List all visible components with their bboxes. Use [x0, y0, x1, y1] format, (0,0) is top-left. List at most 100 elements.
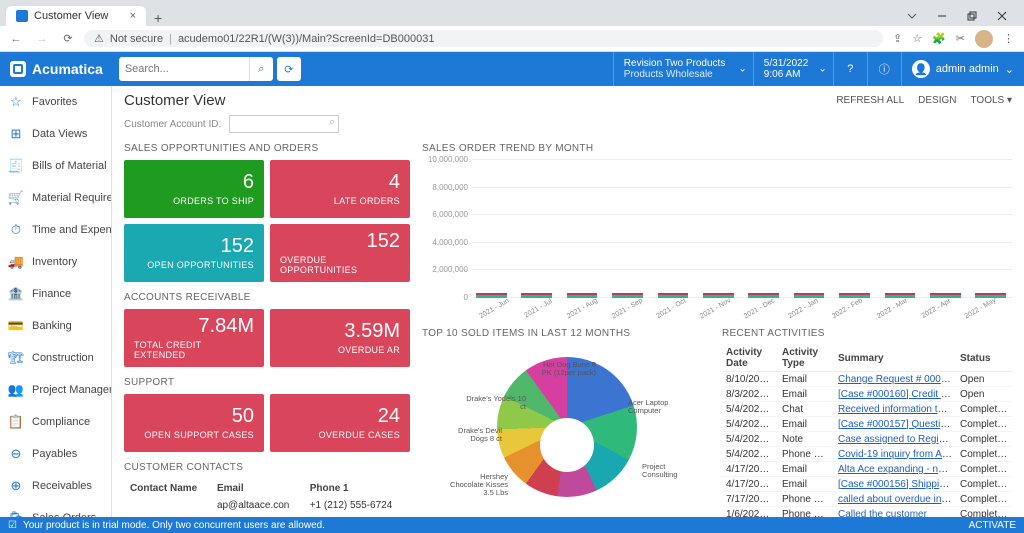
search-icon[interactable]: ⌕: [249, 57, 273, 81]
sidebar-item[interactable]: ⏱Time and Expenses: [0, 214, 111, 246]
url-text: acudemo01/22R1/(W(3))/Main?ScreenId=DB00…: [178, 33, 435, 45]
window-minimize-icon[interactable]: [928, 6, 956, 26]
tile-late-orders[interactable]: 4LATE ORDERS: [270, 160, 410, 218]
bookmark-icon[interactable]: ☆: [912, 32, 922, 45]
sidebar-item[interactable]: 📋Compliance: [0, 406, 111, 438]
top-items-pie: Hot Dog Buns 8 PK (12per pack)Drake's Yo…: [422, 357, 712, 517]
url-security-label: Not secure: [110, 33, 163, 45]
tile-orders-to-ship[interactable]: 6ORDERS TO SHIP: [124, 160, 264, 218]
chevron-down-icon: ⌄: [1005, 63, 1014, 76]
nav-reload-icon[interactable]: ⟳: [58, 32, 78, 45]
section-title-recent: RECENT ACTIVITIES: [722, 328, 1012, 339]
sidebar-label: Data Views: [32, 128, 87, 140]
sidebar-icon: 🛒: [8, 190, 24, 206]
activity-row[interactable]: 8/10/2020…EmailChange Request # 000001 f…: [722, 372, 1012, 387]
activity-link[interactable]: [Case #000156] Shipping Charges on in…: [838, 479, 956, 490]
window-restore-icon[interactable]: [958, 6, 986, 26]
header-action[interactable]: DESIGN: [918, 95, 956, 106]
sidebar-item[interactable]: 💳Banking: [0, 310, 111, 342]
activity-row[interactable]: 5/4/2020 …Email[Case #000157] Question c…: [722, 417, 1012, 432]
global-search-input[interactable]: [119, 57, 249, 81]
tab-favicon: [16, 10, 28, 22]
nav-forward-icon[interactable]: →: [32, 33, 52, 45]
activate-button[interactable]: ACTIVATE: [969, 520, 1016, 531]
busdate-line2: 9:06 AM: [764, 69, 813, 81]
user-menu[interactable]: 👤 admin admin ⌄: [901, 52, 1024, 86]
activity-link[interactable]: called about overdue invoices: [838, 494, 956, 505]
header-action[interactable]: TOOLS ▾: [970, 95, 1012, 106]
activity-row[interactable]: 4/17/2020…EmailAlta Ace expanding - need…: [722, 462, 1012, 477]
tab-close-icon[interactable]: ×: [130, 10, 136, 22]
tile-total-credit[interactable]: 7.84MTOTAL CREDIT EXTENDED: [124, 309, 264, 367]
activity-row[interactable]: 5/4/2020 …Phone CallCovid-19 inquiry fro…: [722, 447, 1012, 462]
activity-row[interactable]: 1/6/2020 …Phone CallCalled the customerC…: [722, 507, 1012, 518]
sidebar-item[interactable]: ⊕Receivables: [0, 470, 111, 502]
brand-icon: [10, 61, 26, 77]
activity-link[interactable]: Case assigned to Regina Wiley: [838, 434, 956, 445]
sidebar-item[interactable]: ☆ Favorites: [0, 86, 111, 118]
activity-row[interactable]: 5/4/2020 …NoteCase assigned to Regina Wi…: [722, 432, 1012, 447]
address-bar[interactable]: ⚠ Not secure | acudemo01/22R1/(W(3))/Mai…: [84, 30, 883, 47]
reload-icon[interactable]: ⟳: [277, 57, 301, 81]
snip-icon[interactable]: ✂: [956, 32, 965, 45]
share-icon[interactable]: ⇪: [893, 32, 902, 45]
sidebar-item[interactable]: 👥Project Management: [0, 374, 111, 406]
business-date-selector[interactable]: 5/31/2022 9:06 AM ⌄: [753, 52, 833, 86]
header-action[interactable]: REFRESH ALL: [836, 95, 904, 106]
tenant-selector[interactable]: Revision Two Products Products Wholesale…: [613, 52, 753, 86]
tile-overdue-cases[interactable]: 24OVERDUE CASES: [270, 394, 410, 452]
new-tab-button[interactable]: +: [146, 10, 170, 26]
activities-table: Activity DateActivity TypeSummaryStatus …: [722, 345, 1012, 517]
sidebar-item[interactable]: 🛍Sales Orders: [0, 502, 111, 517]
sidebar-item[interactable]: 🏗Construction: [0, 342, 111, 374]
window-close-icon[interactable]: [988, 6, 1016, 26]
brand[interactable]: Acumatica: [0, 52, 113, 86]
contact-row[interactable]: ap@altaace.con+1 (212) 555-6724: [126, 498, 408, 513]
browser-menu-icon[interactable]: ⋮: [1003, 32, 1014, 45]
tile-open-cases[interactable]: 50OPEN SUPPORT CASES: [124, 394, 264, 452]
sidebar-icon: 💳: [8, 318, 24, 334]
activity-link[interactable]: Alta Ace expanding - need new products: [838, 464, 956, 475]
sidebar-label: Receivables: [32, 480, 92, 492]
sidebar-icon: ☆: [8, 94, 24, 110]
sidebar-label: Favorites: [32, 96, 77, 108]
sidebar-icon: 🛍: [8, 510, 24, 517]
browser-tab[interactable]: Customer View ×: [6, 6, 146, 26]
sidebar-icon: ⊞: [8, 126, 24, 142]
check-icon: ☑: [8, 520, 17, 531]
sidebar-label: Finance: [32, 288, 71, 300]
activity-row[interactable]: 4/17/2020…Email[Case #000156] Shipping C…: [722, 477, 1012, 492]
activity-link[interactable]: Received information that they are still…: [838, 404, 956, 415]
busdate-line1: 5/31/2022: [764, 58, 813, 70]
activity-row[interactable]: 7/17/2019…Phone Callcalled about overdue…: [722, 492, 1012, 507]
tile-overdue-opportunities[interactable]: 152OVERDUE OPPORTUNITIES: [270, 224, 410, 282]
sidebar-label: Compliance: [32, 416, 90, 428]
customer-account-input[interactable]: [229, 115, 339, 133]
sidebar-item[interactable]: 🚚Inventory: [0, 246, 111, 278]
sidebar-item[interactable]: ⊞ Data Views: [0, 118, 111, 150]
window-caret-icon[interactable]: [898, 6, 926, 26]
nav-back-icon[interactable]: ←: [6, 33, 26, 45]
tile-open-opportunities[interactable]: 152OPEN OPPORTUNITIES: [124, 224, 264, 282]
profile-avatar[interactable]: [975, 30, 993, 48]
activity-link[interactable]: [Case #000160] Credit Hold inquiry: [838, 389, 956, 400]
activity-link[interactable]: Covid-19 inquiry from Alta Ace: [838, 449, 956, 460]
sidebar-item[interactable]: ⊖Payables: [0, 438, 111, 470]
sidebar-label: Project Management: [32, 384, 111, 396]
tile-overdue-ar[interactable]: 3.59MOVERDUE AR: [270, 309, 410, 367]
sidebar-item[interactable]: 🏦Finance: [0, 278, 111, 310]
section-title-trend: SALES ORDER TREND BY MONTH: [422, 143, 1012, 154]
sidebar-item[interactable]: 🧾Bills of Material: [0, 150, 111, 182]
extensions-icon[interactable]: 🧩: [932, 32, 946, 45]
activity-link[interactable]: Change Request # 000001 for project C…: [838, 374, 956, 385]
tenant-line1: Revision Two Products: [624, 58, 733, 70]
sidebar-icon: 🚚: [8, 254, 24, 270]
activity-link[interactable]: [Case #000157] Question concerning C…: [838, 419, 956, 430]
activity-row[interactable]: 5/4/2020 …ChatReceived information that …: [722, 402, 1012, 417]
help-icon[interactable]: ?: [833, 52, 867, 86]
info-icon[interactable]: ⓘ: [867, 52, 901, 86]
activity-row[interactable]: 8/3/2020 …Email[Case #000160] Credit Hol…: [722, 387, 1012, 402]
activity-link[interactable]: Called the customer: [838, 509, 927, 518]
sidebar-item[interactable]: 🛒Material Requirem…: [0, 182, 111, 214]
trial-footer: ☑Your product is in trial mode. Only two…: [0, 517, 1024, 533]
